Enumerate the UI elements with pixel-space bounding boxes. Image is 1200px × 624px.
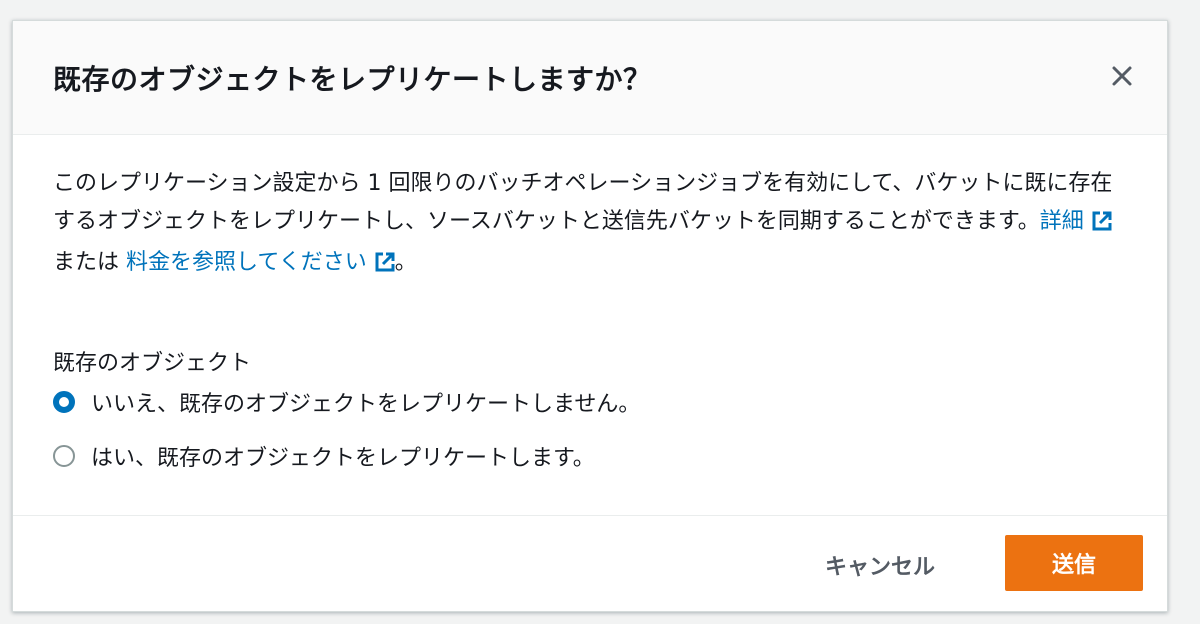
radio-option-no[interactable]: いいえ、既存のオブジェクトをレプリケートしません。	[53, 387, 1127, 417]
external-link-icon	[375, 247, 395, 285]
learn-more-link[interactable]: 詳細	[1040, 209, 1112, 234]
radio-option-yes-label: はい、既存のオブジェクトをレプリケートします。	[91, 446, 595, 471]
dialog-title: 既存のオブジェクトをレプリケートしますか？	[53, 63, 652, 96]
dialog-footer: キャンセル 送信	[13, 515, 1167, 611]
pricing-link[interactable]: 料金を参照してください	[126, 250, 395, 275]
close-icon	[1105, 59, 1139, 93]
replicate-existing-objects-dialog: 既存のオブジェクトをレプリケートしますか？ このレプリケーション設定から 1 回…	[12, 20, 1168, 612]
description-period: 。	[394, 250, 417, 275]
dialog-body: このレプリケーション設定から 1 回限りのバッチオペレーションジョブを有効にして…	[13, 135, 1167, 471]
close-button[interactable]	[1105, 59, 1139, 93]
radio-button-selected[interactable]	[53, 391, 75, 413]
description-or-text: または	[53, 250, 120, 275]
radio-button-unselected[interactable]	[53, 445, 75, 467]
submit-button[interactable]: 送信	[1005, 535, 1143, 591]
cancel-button[interactable]: キャンセル	[815, 538, 945, 592]
existing-objects-label: 既存のオブジェクト	[53, 351, 252, 376]
radio-option-no-label: いいえ、既存のオブジェクトをレプリケートしません。	[91, 392, 641, 417]
external-link-icon	[1092, 206, 1112, 244]
radio-option-yes[interactable]: はい、既存のオブジェクトをレプリケートします。	[53, 441, 1127, 471]
description-text: このレプリケーション設定から 1 回限りのバッチオペレーションジョブを有効にして…	[53, 171, 1113, 234]
dialog-header: 既存のオブジェクトをレプリケートしますか？	[13, 21, 1167, 135]
dialog-description: このレプリケーション設定から 1 回限りのバッチオペレーションジョブを有効にして…	[53, 165, 1133, 285]
existing-objects-radio-group: いいえ、既存のオブジェクトをレプリケートしません。 はい、既存のオブジェクトをレ…	[53, 387, 1127, 471]
